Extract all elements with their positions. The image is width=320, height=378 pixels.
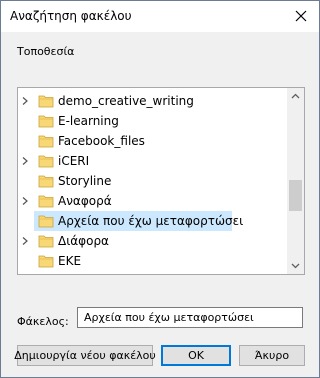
folder-icon bbox=[38, 195, 54, 208]
chevron-right-icon[interactable] bbox=[20, 156, 30, 166]
new-folder-button[interactable]: Δημιουργία νέου φακέλου bbox=[14, 345, 156, 366]
close-button[interactable] bbox=[289, 5, 313, 27]
tree-item-label: EKE bbox=[58, 254, 82, 268]
chevron-right-icon[interactable] bbox=[20, 236, 30, 246]
tree-item-label: E-learning bbox=[58, 114, 119, 128]
chevron-up-icon bbox=[291, 93, 300, 99]
chevron-down-icon bbox=[291, 263, 300, 269]
location-label: Τοποθεσία bbox=[17, 45, 75, 58]
tree-item[interactable]: Storyline bbox=[18, 171, 286, 191]
tree-item[interactable]: Αναφορά bbox=[18, 191, 286, 211]
title-bar: Αναζήτηση φακέλου bbox=[1, 1, 319, 32]
folder-icon bbox=[38, 255, 54, 268]
chevron-right-icon[interactable] bbox=[20, 196, 30, 206]
folder-icon bbox=[38, 215, 54, 228]
folder-icon bbox=[38, 135, 54, 148]
folder-icon bbox=[38, 175, 54, 188]
tree-item-label: demo_creative_writing bbox=[58, 94, 194, 108]
folder-icon bbox=[38, 95, 54, 108]
folder-icon bbox=[38, 115, 54, 128]
scroll-down-button[interactable] bbox=[287, 257, 304, 274]
cancel-button[interactable]: Άκυρο bbox=[239, 345, 305, 366]
ok-button[interactable]: OK bbox=[161, 345, 231, 366]
tree-item[interactable]: EKE bbox=[18, 251, 286, 271]
folder-tree[interactable]: demo_creative_writing E-learning Facebook_… bbox=[17, 87, 305, 275]
tree-item-label: Facebook_files bbox=[58, 134, 145, 148]
folder-icon bbox=[38, 155, 54, 168]
tree-item[interactable]: demo_creative_writing bbox=[18, 91, 286, 111]
tree-item[interactable]: Facebook_files bbox=[18, 131, 286, 151]
tree-item-label: iCERI bbox=[58, 154, 90, 168]
folder-browse-dialog: Αναζήτηση φακέλου Τοποθεσία demo_creativ… bbox=[0, 0, 320, 378]
tree-item[interactable]: iCERI bbox=[18, 151, 286, 171]
chevron-right-icon[interactable] bbox=[20, 96, 30, 106]
vertical-scrollbar[interactable] bbox=[287, 88, 304, 274]
tree-item[interactable]: E-learning bbox=[18, 111, 286, 131]
window-title: Αναζήτηση φακέλου bbox=[10, 9, 132, 23]
tree-item-label: Αναφορά bbox=[58, 194, 112, 208]
tree-item[interactable]: Αρχεία που έχω μεταφορτώσει bbox=[18, 211, 286, 231]
tree-item-label: Διάφορα bbox=[58, 234, 109, 248]
scroll-thumb[interactable] bbox=[289, 180, 302, 211]
folder-icon bbox=[38, 235, 54, 248]
tree-item-label: Storyline bbox=[58, 174, 112, 188]
tree-item[interactable]: Διάφορα bbox=[18, 231, 286, 251]
tree-item-label: Αρχεία που έχω μεταφορτώσει bbox=[58, 214, 244, 228]
folder-name-input[interactable] bbox=[77, 307, 303, 328]
close-icon bbox=[295, 10, 307, 22]
scroll-up-button[interactable] bbox=[287, 88, 304, 105]
folder-label: Φάκελος: bbox=[17, 315, 69, 328]
